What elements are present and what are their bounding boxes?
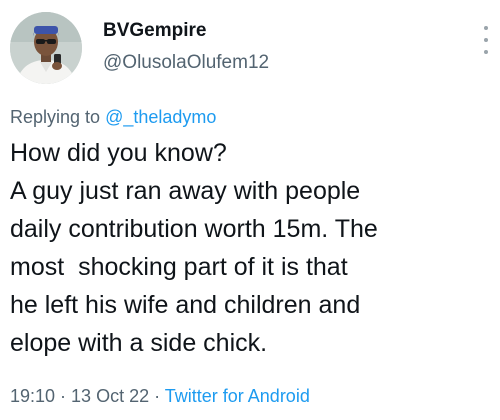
reply-context: Replying to @_theladymo [10,107,216,128]
more-options-icon[interactable] [480,26,492,54]
tweet-text-line: elope with a side chick. [10,329,268,357]
reply-prefix: Replying to [10,107,106,127]
tweet-text-line: he left his wife and children and [10,291,361,319]
display-name[interactable]: BVGempire [103,20,206,42]
tweet-text-line: daily contribution worth 15m. The [10,215,378,243]
avatar-photo [10,12,82,84]
tweet-card: BVGempire @OlusolaOlufem12 Replying to @… [0,0,500,420]
meta-separator: · [55,386,72,406]
reply-target-link[interactable]: @_theladymo [105,107,216,127]
user-handle[interactable]: @OlusolaOlufem12 [103,52,269,74]
tweet-date[interactable]: 13 Oct 22 [71,386,149,406]
tweet-text-line: most shocking part of it is that [10,253,348,281]
meta-separator: · [149,386,165,406]
tweet-text: How did you know? A guy just ran away wi… [10,134,494,362]
tweet-meta: 19:10 · 13 Oct 22 · Twitter for Android [10,386,310,407]
tweet-text-line: A guy just ran away with people [10,177,361,205]
tweet-text-line: How did you know? [10,139,227,167]
avatar[interactable] [10,12,82,84]
tweet-source-link[interactable]: Twitter for Android [165,386,310,406]
tweet-time[interactable]: 19:10 [10,386,55,406]
